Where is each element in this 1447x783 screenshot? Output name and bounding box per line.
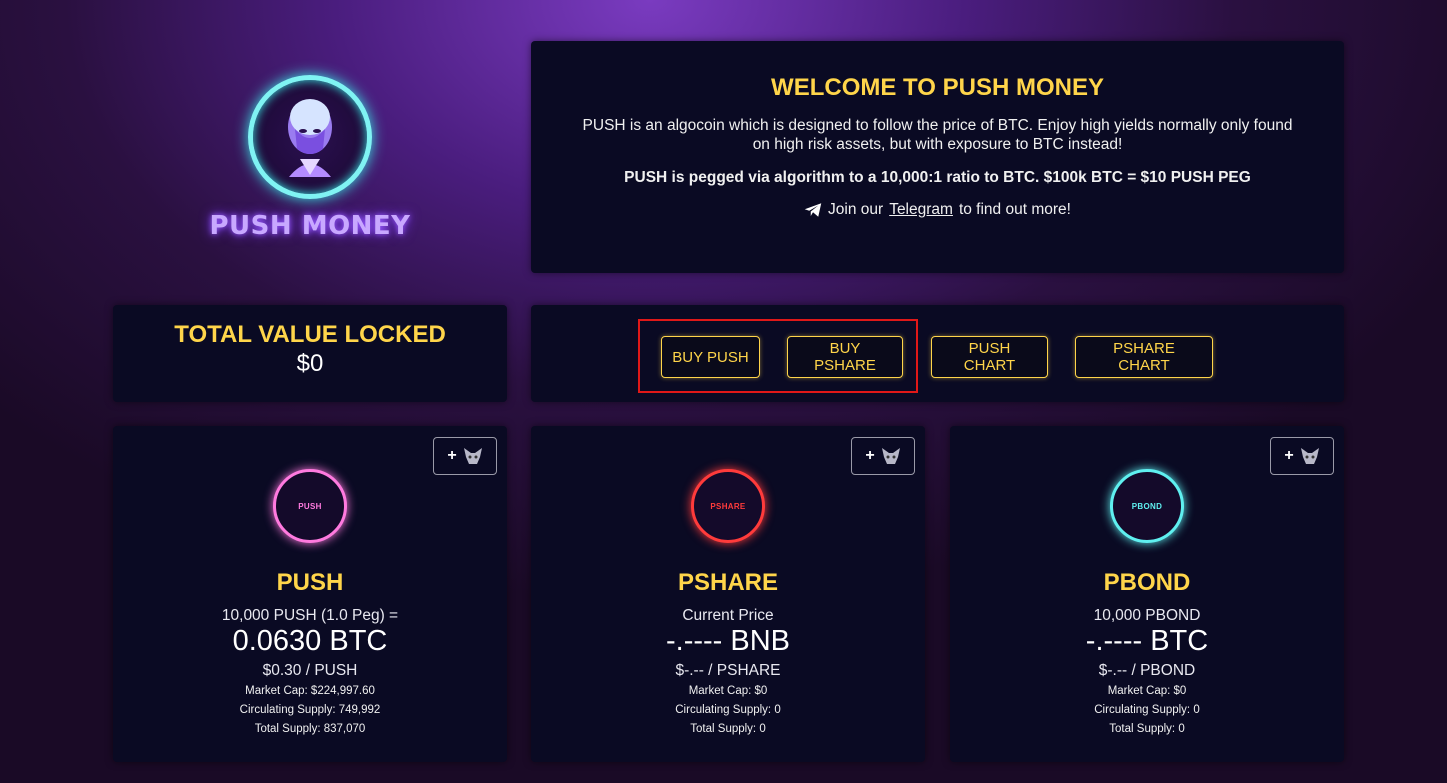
token-subtitle: 10,000 PUSH (1.0 Peg) = [221, 607, 399, 624]
metamask-icon [463, 448, 482, 464]
add-to-metamask-button[interactable]: + [1270, 437, 1334, 475]
pshare-logo-text: PSHARE [710, 501, 746, 511]
token-name: PSHARE [677, 569, 779, 596]
welcome-panel: WELCOME TO PUSH MONEY PUSH is an algocoi… [531, 41, 1344, 273]
buy-pshare-button[interactable]: BUY PSHARE [787, 336, 903, 378]
plus-label: + [865, 447, 875, 464]
token-usd-price: $-.-- / PBOND [1098, 662, 1196, 679]
circulating-supply: Circulating Supply: 0 [675, 704, 781, 716]
push-card: + PUSH PUSH 10,000 PUSH (1.0 Peg) = 0.06… [113, 426, 507, 762]
join-telegram-line: Join our Telegram to find out more! [531, 201, 1344, 219]
add-to-metamask-button[interactable]: + [851, 437, 915, 475]
telegram-icon [804, 203, 822, 217]
total-supply: Total Supply: 0 [1109, 723, 1185, 735]
metamask-icon [881, 448, 900, 464]
peg-info: PUSH is pegged via algorithm to a 10,000… [624, 169, 1251, 186]
total-supply: Total Supply: 0 [690, 723, 766, 735]
pshare-token-logo: PSHARE [691, 469, 765, 543]
buy-push-button[interactable]: BUY PUSH [661, 336, 760, 378]
add-to-metamask-button[interactable]: + [433, 437, 497, 475]
welcome-description: PUSH is an algocoin which is designed to… [582, 117, 1293, 153]
token-subtitle: 10,000 PBOND [1093, 607, 1201, 624]
push-token-logo: PUSH [273, 469, 347, 543]
push-logo-text: PUSH [298, 501, 322, 511]
pbond-card: + PBOND PBOND 10,000 PBOND -.---- BTC $-… [950, 426, 1344, 762]
push-money-logo: PUSH MONEY [205, 75, 415, 250]
welcome-title: WELCOME TO PUSH MONEY [771, 74, 1104, 101]
avatar-icon [288, 99, 332, 177]
circulating-supply: Circulating Supply: 749,992 [239, 704, 381, 716]
token-name: PBOND [1103, 569, 1191, 596]
total-supply: Total Supply: 837,070 [254, 723, 366, 735]
push-chart-button[interactable]: PUSH CHART [931, 336, 1048, 378]
market-cap: Market Cap: $0 [1107, 685, 1187, 697]
plus-label: + [1284, 447, 1294, 464]
token-name: PUSH [276, 569, 344, 596]
pbond-token-logo: PBOND [1110, 469, 1184, 543]
circulating-supply: Circulating Supply: 0 [1094, 704, 1200, 716]
token-subtitle: Current Price [682, 607, 774, 624]
token-usd-price: $0.30 / PUSH [262, 662, 358, 679]
token-price: -.---- BNB [665, 625, 791, 657]
plus-label: + [447, 447, 457, 464]
pshare-chart-button[interactable]: PSHARE CHART [1075, 336, 1213, 378]
join-suffix: to find out more! [958, 201, 1071, 218]
pbond-logo-text: PBOND [1131, 501, 1163, 511]
tvl-panel: TOTAL VALUE LOCKED $0 [113, 305, 507, 402]
tvl-title: TOTAL VALUE LOCKED [174, 321, 446, 348]
telegram-link[interactable]: Telegram [889, 201, 953, 219]
pshare-card: + PSHARE PSHARE Current Price -.---- BNB… [531, 426, 925, 762]
token-price: 0.0630 BTC [232, 625, 388, 657]
market-cap: Market Cap: $224,997.60 [245, 685, 375, 697]
metamask-icon [1300, 448, 1319, 464]
logo-text: PUSH MONEY [209, 211, 411, 241]
token-price: -.---- BTC [1085, 625, 1209, 657]
avatar-ring [248, 75, 372, 199]
market-cap: Market Cap: $0 [688, 685, 768, 697]
tvl-value: $0 [296, 350, 324, 377]
token-usd-price: $-.-- / PSHARE [675, 662, 781, 679]
join-prefix: Join our [828, 201, 884, 218]
